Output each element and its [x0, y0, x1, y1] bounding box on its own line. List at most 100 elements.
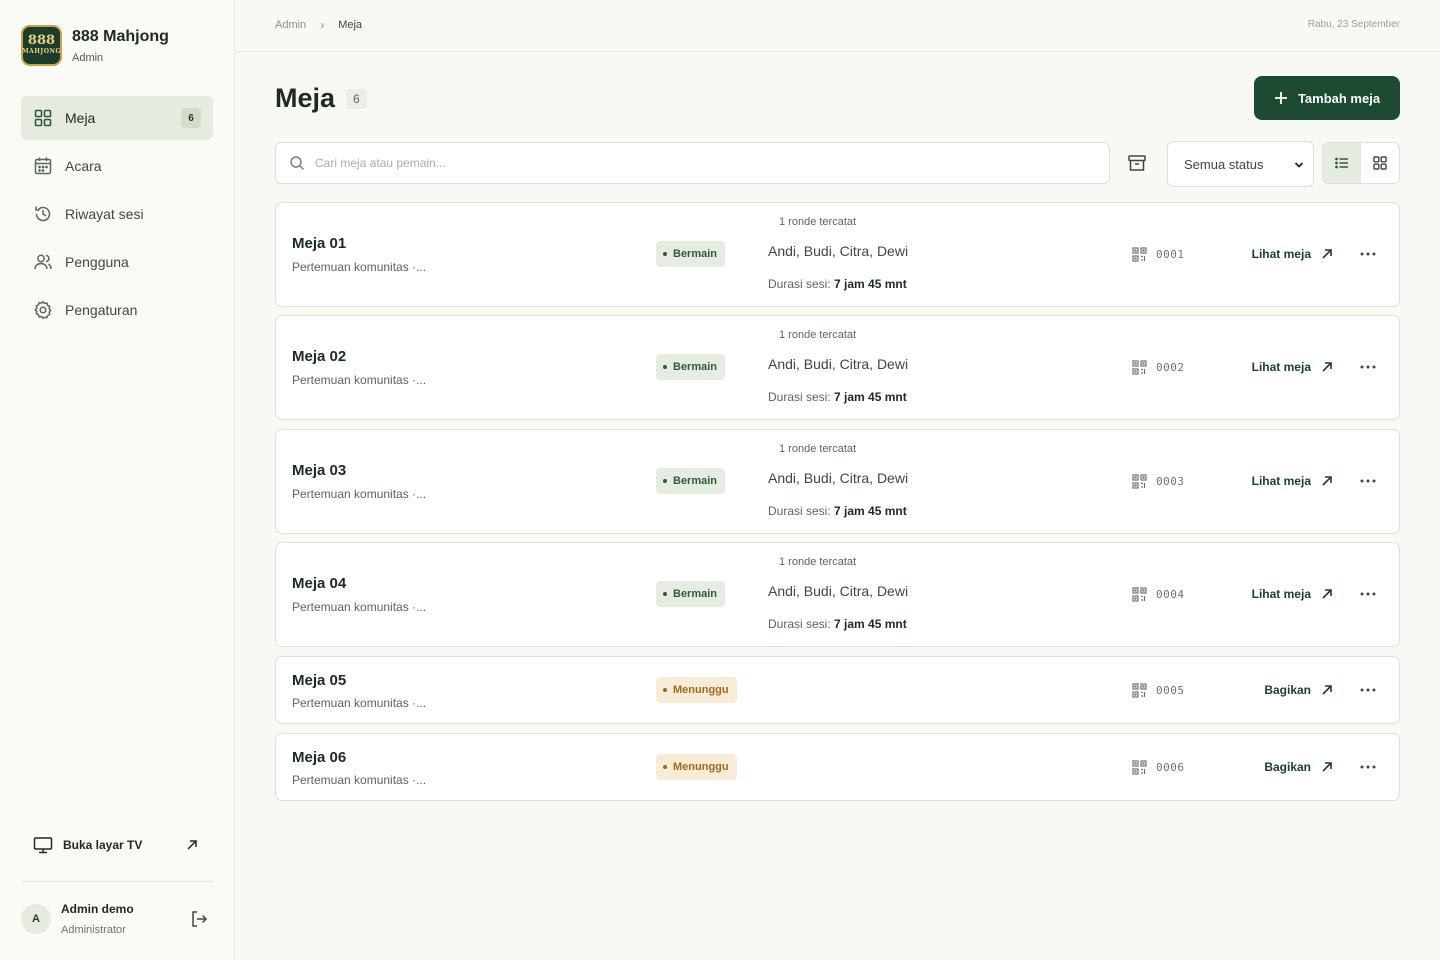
arrow-up-right-icon — [1322, 589, 1332, 599]
search-box[interactable] — [275, 142, 1110, 184]
user-name: Admin demo — [61, 902, 134, 916]
calendar-icon — [34, 157, 52, 175]
status-badge: Bermain — [656, 468, 726, 494]
table-description: Pertemuan komunitas ·... — [292, 773, 427, 787]
sidebar-item-label: Meja — [65, 110, 96, 126]
view-table-link[interactable]: Lihat meja — [1252, 360, 1333, 374]
page-title: Meja — [275, 83, 336, 113]
qr-code-icon — [1132, 474, 1147, 489]
sidebar-item-pengaturan[interactable]: Pengaturan — [21, 288, 213, 332]
table-row[interactable]: Meja 02 Pertemuan komunitas ·... Bermain… — [275, 315, 1400, 420]
grid-view-button[interactable] — [1361, 143, 1399, 183]
breadcrumb: Admin › Meja — [275, 18, 362, 32]
sidebar-item-meja[interactable]: Meja 6 — [21, 96, 213, 140]
search-icon — [290, 156, 305, 171]
table-code: 0001 — [1132, 247, 1185, 262]
status-badge: Bermain — [656, 241, 726, 267]
sidebar-item-label: Acara — [65, 158, 102, 174]
player-names: Andi, Budi, Citra, Dewi — [768, 243, 909, 259]
table-name: Meja 04 — [292, 575, 347, 592]
session-duration: Durasi sesi: 7 jam 45 mnt — [768, 504, 907, 518]
qr-code-icon — [1132, 683, 1147, 698]
sidebar-divider — [21, 881, 213, 882]
more-options-icon[interactable] — [1359, 681, 1377, 699]
arrow-up-right-icon — [1322, 362, 1332, 372]
share-table-link[interactable]: Bagikan — [1264, 760, 1333, 774]
grid-icon — [34, 109, 52, 127]
table-code: 0006 — [1132, 760, 1185, 775]
view-table-link[interactable]: Lihat meja — [1252, 247, 1333, 261]
breadcrumb-root[interactable]: Admin — [275, 19, 306, 31]
arrow-up-right-icon — [1322, 476, 1332, 486]
arrow-up-right-icon — [1322, 762, 1332, 772]
chevron-right-icon: › — [320, 18, 325, 32]
qr-code-icon — [1132, 360, 1147, 375]
qr-code-icon — [1132, 247, 1147, 262]
table-code: 0004 — [1132, 587, 1185, 602]
status-badge: Menunggu — [656, 754, 737, 780]
table-name: Meja 02 — [292, 348, 347, 365]
external-link-icon — [187, 840, 197, 850]
add-table-button[interactable]: Tambah meja — [1254, 76, 1400, 120]
status-filter-select[interactable]: Semua status — [1167, 141, 1314, 187]
sidebar-item-riwayat-sesi[interactable]: Riwayat sesi — [21, 192, 213, 236]
brand-name: 888 Mahjong — [72, 27, 169, 45]
player-names: Andi, Budi, Citra, Dewi — [768, 356, 909, 372]
table-row[interactable]: Meja 05 Pertemuan komunitas ·... Menungg… — [275, 656, 1400, 724]
sidebar-item-pengguna[interactable]: Pengguna — [21, 240, 213, 284]
gear-icon — [34, 300, 52, 320]
tv-link-label: Buka layar TV — [63, 838, 143, 852]
rounds-recorded: 1 ronde tercatat — [779, 443, 857, 455]
table-count-chip: 6 — [346, 88, 367, 109]
player-names: Andi, Budi, Citra, Dewi — [768, 470, 909, 486]
more-options-icon[interactable] — [1359, 472, 1377, 490]
sidebar-item-label: Pengguna — [65, 254, 129, 270]
add-table-label: Tambah meja — [1297, 90, 1381, 106]
brand-role: Admin — [72, 51, 104, 64]
view-table-link[interactable]: Lihat meja — [1252, 474, 1333, 488]
share-table-link[interactable]: Bagikan — [1264, 683, 1333, 697]
qr-code-icon — [1132, 760, 1147, 775]
logout-icon[interactable] — [189, 909, 209, 929]
table-row[interactable]: Meja 03 Pertemuan komunitas ·... Bermain… — [275, 429, 1400, 534]
brand[interactable]: 888 MAHJONG 888 Mahjong Admin — [21, 25, 169, 66]
qr-code-icon — [1132, 587, 1147, 602]
sidebar-item-acara[interactable]: Acara — [21, 144, 213, 188]
list-view-button[interactable] — [1323, 143, 1361, 183]
more-options-icon[interactable] — [1359, 245, 1377, 263]
view-toggle — [1322, 142, 1400, 184]
search-input[interactable] — [315, 156, 1109, 170]
plus-icon — [1274, 92, 1287, 104]
current-date: Rabu, 23 September — [1307, 19, 1400, 30]
grid-icon — [1373, 156, 1387, 170]
open-tv-screen-link[interactable]: Buka layar TV — [21, 826, 213, 864]
more-options-icon[interactable] — [1359, 758, 1377, 776]
chevron-down-icon — [1294, 162, 1304, 168]
table-code: 0005 — [1132, 683, 1185, 698]
user-profile: A Admin demo Administrator — [21, 896, 213, 942]
table-name: Meja 01 — [292, 235, 347, 252]
archive-icon[interactable] — [1127, 153, 1147, 173]
table-row[interactable]: Meja 04 Pertemuan komunitas ·... Bermain… — [275, 542, 1400, 647]
list-icon — [1335, 157, 1348, 169]
user-role: Administrator — [61, 924, 126, 936]
table-row[interactable]: Meja 01 Pertemuan komunitas ·... Bermain… — [275, 202, 1400, 307]
arrow-up-right-icon — [1322, 685, 1332, 695]
more-options-icon[interactable] — [1359, 585, 1377, 603]
nav-count-badge: 6 — [181, 108, 201, 128]
table-row[interactable]: Meja 06 Pertemuan komunitas ·... Menungg… — [275, 733, 1400, 801]
sidebar-item-label: Pengaturan — [65, 302, 138, 318]
history-icon — [35, 206, 51, 222]
table-description: Pertemuan komunitas ·... — [292, 696, 427, 710]
avatar: A — [21, 904, 51, 934]
status-badge: Bermain — [656, 581, 726, 607]
rounds-recorded: 1 ronde tercatat — [779, 216, 857, 228]
player-names: Andi, Budi, Citra, Dewi — [768, 583, 909, 599]
view-table-link[interactable]: Lihat meja — [1252, 587, 1333, 601]
sidebar-item-label: Riwayat sesi — [65, 206, 144, 222]
more-options-icon[interactable] — [1359, 358, 1377, 376]
session-duration: Durasi sesi: 7 jam 45 mnt — [768, 277, 907, 291]
table-description: Pertemuan komunitas ·... — [292, 487, 427, 501]
table-name: Meja 03 — [292, 462, 347, 479]
table-code: 0003 — [1132, 474, 1185, 489]
